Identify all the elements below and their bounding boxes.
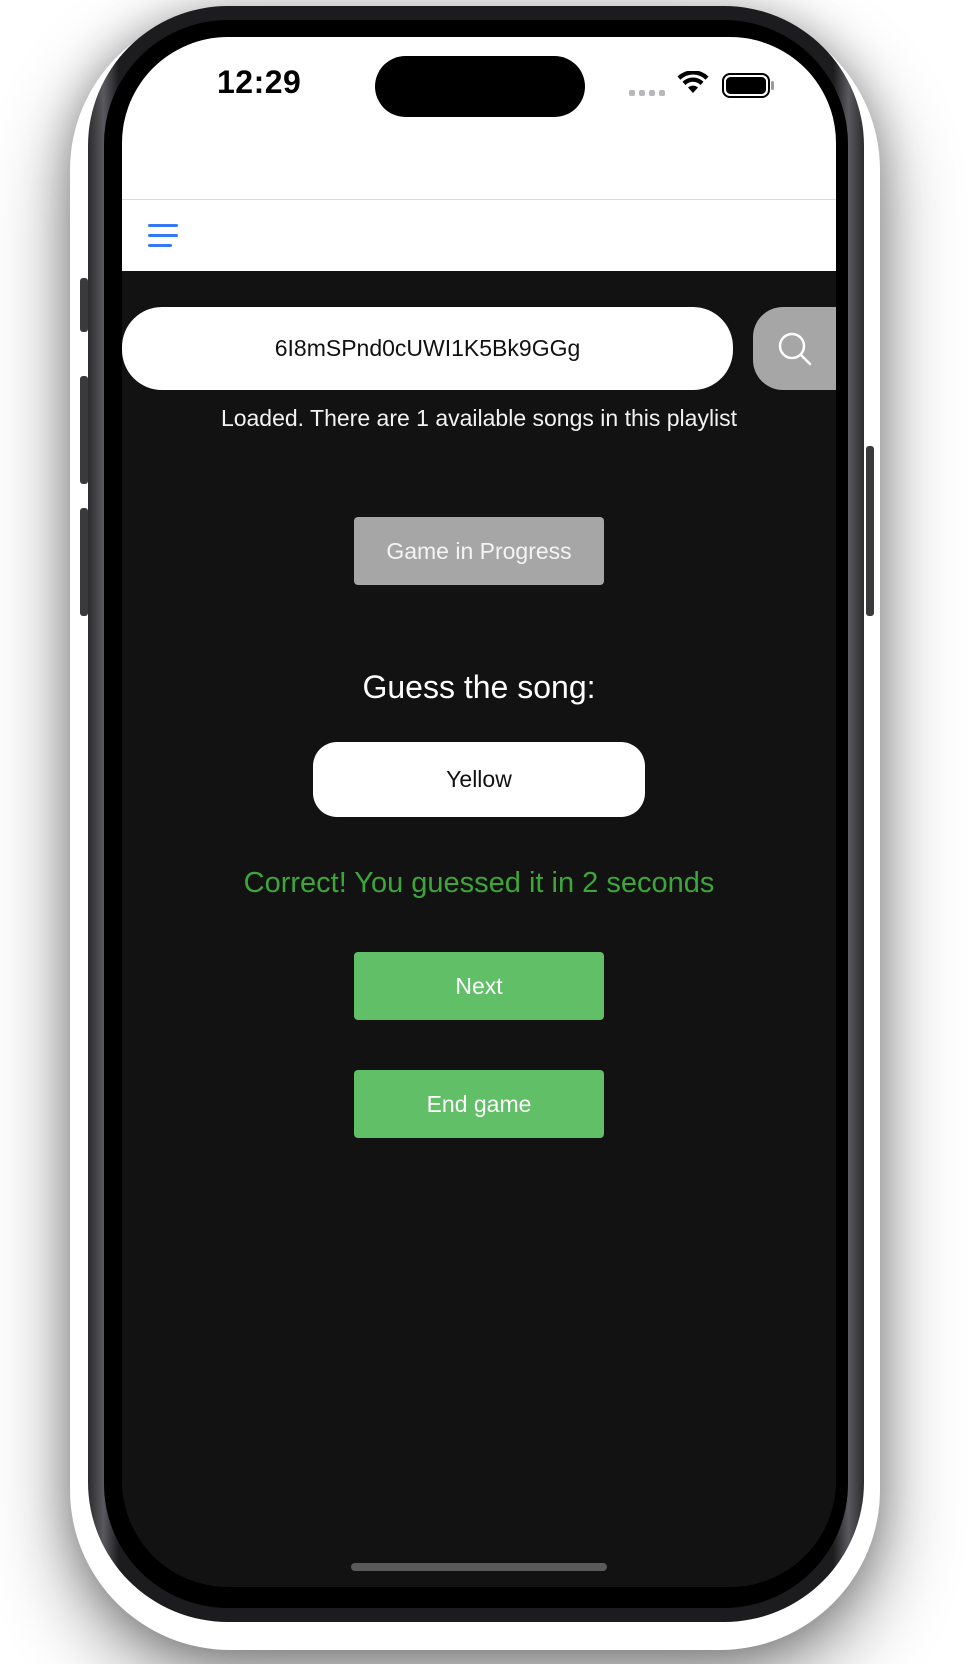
home-indicator[interactable] — [351, 1563, 607, 1571]
game-in-progress-button[interactable]: Game in Progress — [354, 517, 604, 585]
guess-prompt: Guess the song: — [362, 669, 596, 705]
volume-up-button — [80, 376, 88, 484]
status-bar: 12:29 — [122, 37, 836, 199]
guess-input[interactable] — [313, 742, 645, 817]
action-button — [80, 278, 88, 332]
screenshot-stage: 12:29 6I8mSPnd0cUWI1K5Bk9GGg Loaded. The… — [0, 0, 968, 1664]
hamburger-menu-icon[interactable] — [148, 224, 180, 248]
navigation-bar — [122, 199, 836, 271]
app-screen: 12:29 6I8mSPnd0cUWI1K5Bk9GGg Loaded. The… — [122, 37, 836, 1587]
result-message: Correct! You guessed it in 2 seconds — [243, 867, 715, 899]
volume-down-button — [80, 508, 88, 616]
next-button[interactable]: Next — [354, 952, 604, 1020]
wifi-icon — [677, 71, 709, 93]
power-button — [866, 446, 874, 616]
battery-icon — [722, 73, 774, 98]
status-time: 12:29 — [217, 64, 302, 100]
end-game-button[interactable]: End game — [354, 1070, 604, 1138]
playlist-id-input[interactable] — [122, 307, 733, 390]
search-button[interactable] — [753, 307, 836, 390]
playlist-status-text: Loaded. There are 1 available songs in t… — [220, 405, 738, 431]
cellular-signal-icon — [629, 90, 665, 96]
dynamic-island — [375, 56, 585, 117]
search-icon — [778, 332, 811, 365]
